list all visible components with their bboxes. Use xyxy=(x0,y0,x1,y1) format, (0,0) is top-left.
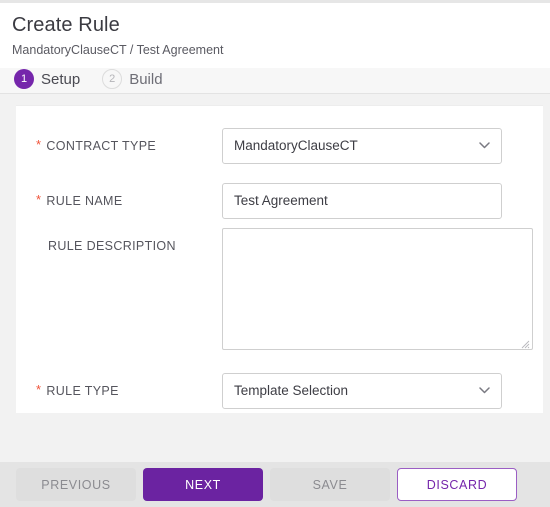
setup-form-card: * CONTRACT TYPE MandatoryClauseCT * RULE… xyxy=(16,105,543,413)
label-indent-spacer xyxy=(36,237,48,255)
resize-handle-icon[interactable] xyxy=(519,336,530,349)
field-label-text: RULE DESCRIPTION xyxy=(48,239,176,253)
stepper-step-build[interactable]: 2 Build xyxy=(102,69,163,89)
field-row-rule-description: RULE DESCRIPTION xyxy=(16,228,543,350)
chevron-down-icon[interactable] xyxy=(479,387,490,394)
chevron-down-icon[interactable] xyxy=(479,142,490,149)
field-row-rule-type: * RULE TYPE Template Selection xyxy=(16,373,543,409)
field-label-text: RULE TYPE xyxy=(46,384,119,398)
step-number-badge-1: 1 xyxy=(14,69,34,89)
contract-type-value: MandatoryClauseCT xyxy=(234,138,358,153)
required-asterisk-icon: * xyxy=(36,137,42,152)
page-header: Create Rule MandatoryClauseCT / Test Agr… xyxy=(0,3,550,68)
field-row-contract-type: * CONTRACT TYPE MandatoryClauseCT xyxy=(16,128,543,164)
save-button[interactable]: SAVE xyxy=(270,468,390,501)
required-asterisk-icon: * xyxy=(36,192,42,207)
next-button[interactable]: NEXT xyxy=(143,468,263,501)
step-label-setup: Setup xyxy=(41,70,81,88)
rule-name-input[interactable]: Test Agreement xyxy=(222,183,502,219)
rule-description-textarea[interactable] xyxy=(222,228,533,350)
control-wrap-contract-type: MandatoryClauseCT xyxy=(222,128,502,164)
step-label-build: Build xyxy=(129,70,163,88)
field-label-rule-description: RULE DESCRIPTION xyxy=(16,228,222,255)
step-number-badge-2: 2 xyxy=(102,69,123,89)
rule-type-value: Template Selection xyxy=(234,383,349,398)
field-label-text: CONTRACT TYPE xyxy=(46,139,157,153)
field-label-rule-type: * RULE TYPE xyxy=(16,373,222,400)
field-label-rule-name: * RULE NAME xyxy=(16,183,222,210)
control-wrap-rule-name: Test Agreement xyxy=(222,183,502,219)
required-asterisk-icon: * xyxy=(36,382,42,397)
stepper-step-setup[interactable]: 1 Setup xyxy=(14,69,80,89)
rule-type-select[interactable]: Template Selection xyxy=(222,373,502,409)
previous-button[interactable]: PREVIOUS xyxy=(16,468,136,501)
discard-button[interactable]: DISCARD xyxy=(397,468,517,501)
field-label-text: RULE NAME xyxy=(46,194,123,208)
control-wrap-rule-type: Template Selection xyxy=(222,373,502,409)
breadcrumb: MandatoryClauseCT / Test Agreement xyxy=(12,43,224,57)
page-title: Create Rule xyxy=(12,14,120,36)
field-row-rule-name: * RULE NAME Test Agreement xyxy=(16,183,543,219)
wizard-stepper: 1 Setup 2 Build xyxy=(0,68,550,94)
control-wrap-rule-description xyxy=(222,228,533,350)
field-label-contract-type: * CONTRACT TYPE xyxy=(16,128,222,155)
action-footer: PREVIOUS NEXT SAVE DISCARD xyxy=(0,462,550,507)
contract-type-select[interactable]: MandatoryClauseCT xyxy=(222,128,502,164)
